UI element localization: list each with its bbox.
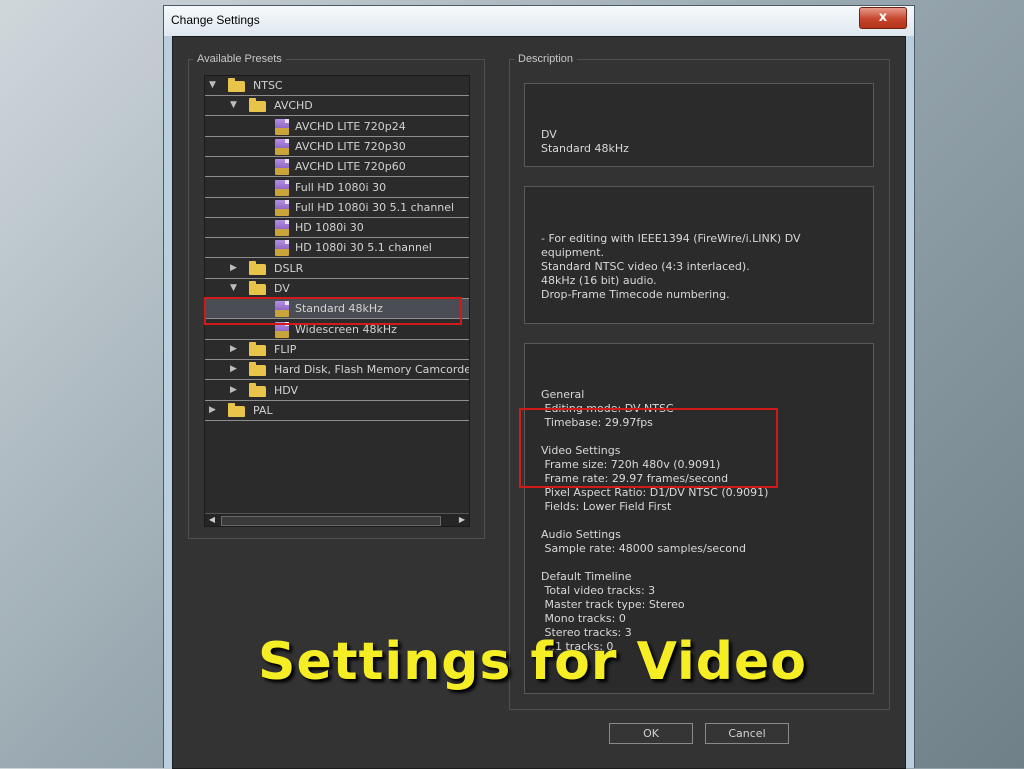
folder-icon [249,260,266,275]
tree-folder-row[interactable]: ▶ Hard Disk, Flash Memory Camcorders [205,360,470,381]
tree-folder-row[interactable]: ▶ PAL [205,401,469,421]
folder-icon [249,362,266,377]
description-line: Drop-Frame Timecode numbering. [541,288,730,301]
tree-item-label: DV [274,282,290,295]
preset-file-icon [275,179,289,196]
folder-icon [249,281,266,295]
expand-right-icon[interactable]: ▶ [230,360,237,379]
scroll-left-icon[interactable]: ◀ [205,514,219,526]
close-button[interactable]: x [859,7,907,29]
tree-item-label: Hard Disk, Flash Memory Camcorders [274,363,470,377]
folder-icon [249,98,266,113]
description-line: Total video tracks: 3 [541,584,656,597]
expand-down-icon[interactable]: ▼ [209,76,216,95]
preset-file-icon [275,159,289,176]
tree-preset-row[interactable]: HD 1080i 30 [205,218,469,239]
folder-icon [249,341,266,356]
description-line: - For editing with IEEE1394 (FireWire/i.… [541,232,801,245]
tree-item-label: AVCHD LITE 720p30 [295,139,406,153]
tree-folder-row[interactable]: ▶ FLIP [205,340,469,360]
tree-item-label: NTSC [253,79,283,92]
description-line: Master track type: Stereo [541,598,685,611]
tree-preset-row[interactable]: Full HD 1080i 30 [205,178,469,198]
expand-right-icon[interactable]: ▶ [209,401,216,420]
tree-preset-row[interactable]: HD 1080i 30 5.1 channel [205,238,469,259]
tree-item-label: FLIP [274,342,297,356]
tree-item-label: HD 1080i 30 [295,221,364,235]
ok-button[interactable]: OK [609,723,693,744]
expand-down-icon[interactable]: ▼ [230,96,237,115]
tree-item-label: PAL [253,403,273,417]
description-line: Fields: Lower Field First [541,500,672,513]
tree-folder-row[interactable]: ▶ DSLR [205,259,469,279]
expand-right-icon[interactable]: ▶ [230,381,237,400]
tree-item-label: HDV [274,383,299,397]
description-line: Sample rate: 48000 samples/second [541,542,746,555]
horizontal-scrollbar[interactable]: ◀ ▶ [205,513,469,526]
tree-folder-row[interactable]: ▶ HDV [205,381,469,401]
slide-caption: Settings for Video [258,632,808,692]
preset-file-icon [275,240,289,257]
description-legend: Description [518,53,574,65]
tree-item-label: AVCHD LITE 720p60 [295,160,406,174]
tree-item-label: Full HD 1080i 30 [295,180,387,194]
tree-preset-row[interactable]: Full HD 1080i 30 5.1 channel [205,198,469,218]
description-line [541,556,857,570]
description-line: 48kHz (16 bit) audio. [541,274,657,287]
window-title: Change Settings [171,13,260,27]
tree-folder-row[interactable]: ▼ AVCHD [205,96,469,117]
tree-item-label: DSLR [274,261,304,275]
available-presets-legend: Available Presets [197,53,282,65]
preset-name-lines: DV Standard 48kHz [541,128,857,156]
folder-icon [228,402,245,417]
tree-item-label: HD 1080i 30 5.1 channel [295,241,432,255]
cancel-button[interactable]: Cancel [705,723,789,744]
preset-file-icon [275,138,289,155]
description-line: Audio Settings [541,528,621,541]
tree-preset-row[interactable]: AVCHD LITE 720p30 [205,137,469,157]
tree-preset-row[interactable]: AVCHD LITE 720p60 [205,157,469,178]
description-line: equipment. [541,246,605,259]
scroll-right-icon[interactable]: ▶ [455,514,469,526]
description-line: Standard NTSC video (4:3 interlaced). [541,260,750,273]
tree-item-label: AVCHD [274,99,313,113]
preset-name-box: DV Standard 48kHz [524,83,874,167]
title-bar[interactable]: Change Settings x [164,6,914,36]
description-line: DV [541,128,557,141]
tree-folder-row[interactable]: ▼ DV [205,279,469,299]
preset-file-icon [275,118,289,135]
description-line: Standard 48kHz [541,142,629,155]
preset-file-icon [275,220,289,237]
scrollbar-thumb[interactable] [221,516,441,526]
folder-icon [228,78,245,92]
description-line: Pixel Aspect Ratio: D1/DV NTSC (0.9091) [541,486,769,499]
folder-icon [249,382,266,397]
preset-detail-box: - For editing with IEEE1394 (FireWire/i.… [524,186,874,324]
expand-down-icon[interactable]: ▼ [230,279,237,298]
tree-folder-row[interactable]: ▼ NTSC [205,76,469,96]
description-line: General [541,388,585,401]
expand-right-icon[interactable]: ▶ [230,340,237,359]
selected-preset-highlight [204,297,462,325]
preset-detail-lines: - For editing with IEEE1394 (FireWire/i.… [541,232,857,302]
tree-item-label: AVCHD LITE 720p24 [295,119,406,133]
description-line: Default Timeline [541,570,632,583]
description-line: Mono tracks: 0 [541,612,626,625]
tree-preset-row[interactable]: AVCHD LITE 720p24 [205,117,469,137]
expand-right-icon[interactable]: ▶ [230,259,237,278]
description-line [541,514,857,528]
video-settings-highlight [519,408,778,488]
tree-item-label: Full HD 1080i 30 5.1 channel [295,200,455,214]
preset-file-icon [275,199,289,216]
